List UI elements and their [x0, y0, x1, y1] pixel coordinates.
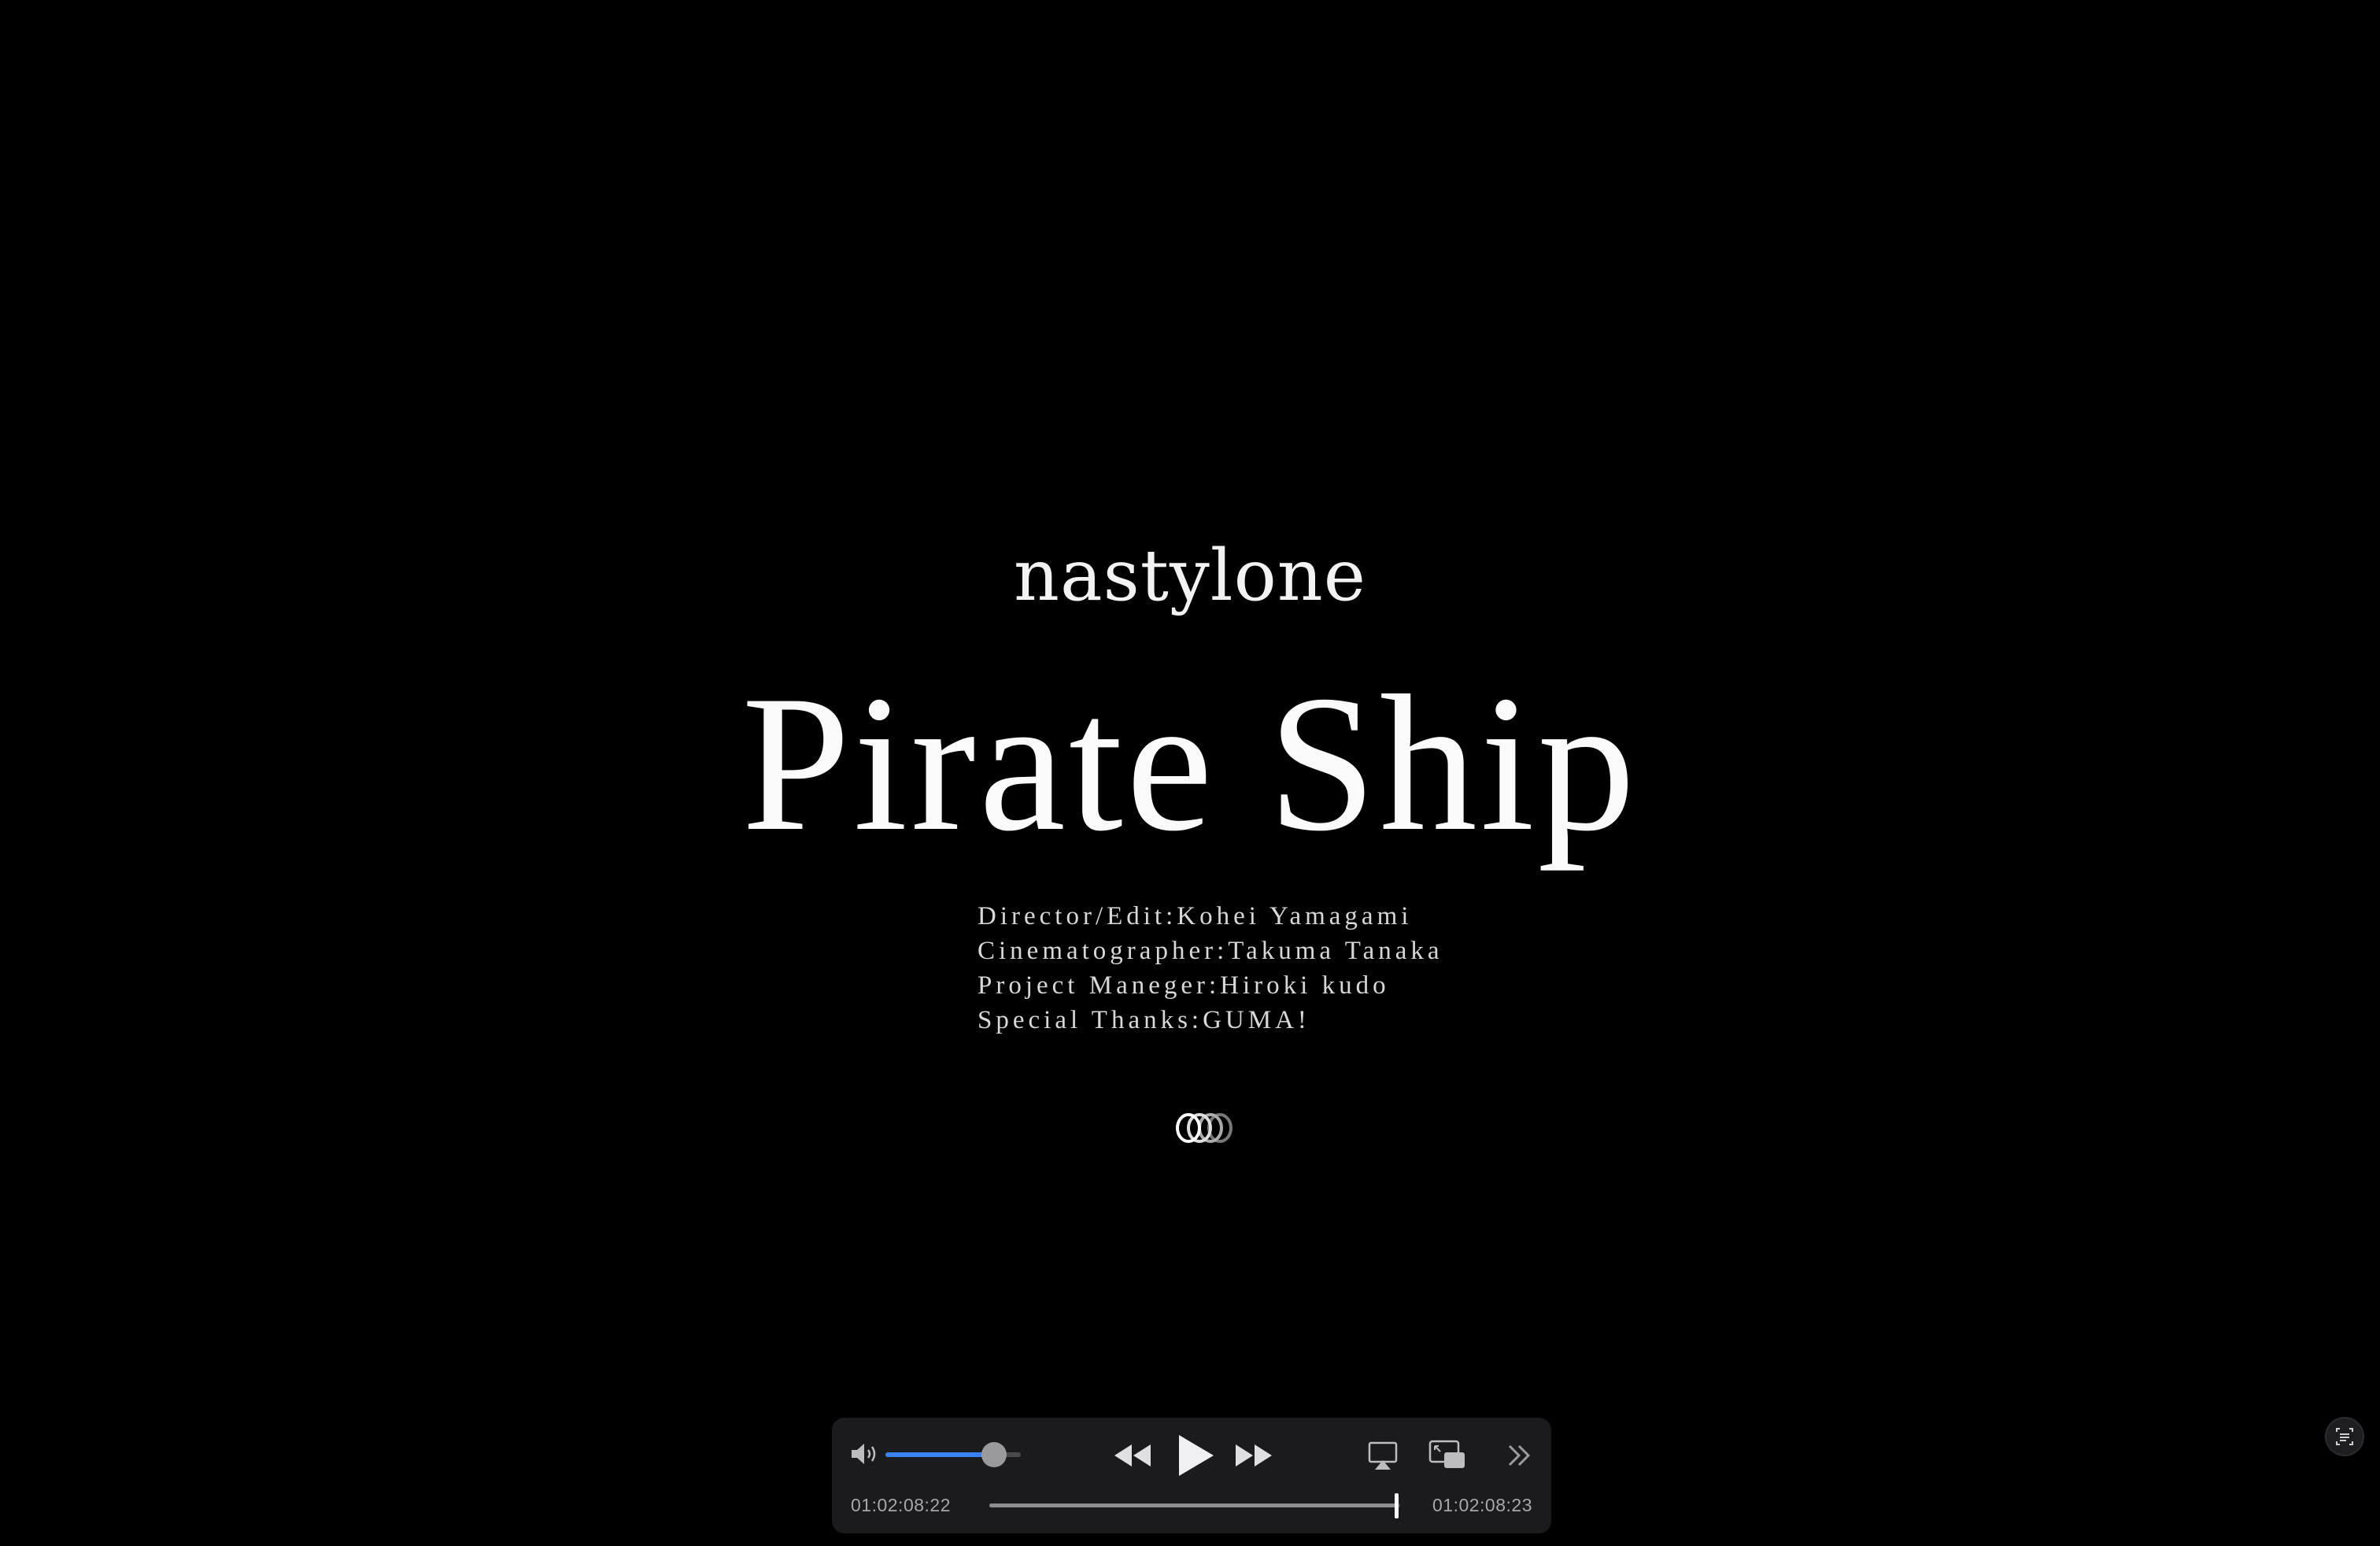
scrubber-fill [989, 1503, 1396, 1507]
play-icon[interactable] [1173, 1432, 1217, 1479]
credit-director: Director/Edit:Kohei Yamagami [978, 902, 1413, 930]
rings-logo-icon [1176, 1113, 1232, 1143]
credit-special-thanks: Special Thanks:GUMA! [978, 1006, 1310, 1034]
fast-forward-icon[interactable] [1232, 1441, 1275, 1470]
live-text-button[interactable] [2325, 1417, 2364, 1456]
speaker-volume-icon[interactable] [849, 1441, 881, 1466]
credit-project-manager: Project Maneger:Hiroki kudo [978, 971, 1390, 1000]
credit-cinematographer: Cinematographer:Takuma Tanaka [978, 937, 1443, 965]
remaining-time: 01:02:08:23 [1432, 1495, 1532, 1515]
artist-name: nastylone [1013, 534, 1366, 617]
picture-in-picture-icon[interactable] [1428, 1438, 1466, 1470]
volume-slider[interactable] [885, 1442, 1021, 1467]
player-controls-bar: 01:02:08:22 01:02:08:23 [832, 1418, 1551, 1533]
volume-fill [885, 1452, 994, 1457]
live-text-icon [2336, 1428, 2353, 1445]
airplay-icon[interactable] [1367, 1440, 1399, 1471]
volume-knob[interactable] [981, 1442, 1007, 1467]
credits-block: Director/Edit:Kohei Yamagami Cinematogra… [978, 899, 1443, 1037]
more-chevron-icon[interactable] [1505, 1441, 1533, 1470]
rewind-icon[interactable] [1111, 1441, 1154, 1470]
playback-scrubber[interactable] [989, 1493, 1400, 1518]
current-time: 01:02:08:22 [851, 1495, 952, 1515]
video-frame[interactable]: nastylone Pirate Ship Director/Edit:Kohe… [0, 0, 2380, 1546]
playhead[interactable] [1394, 1493, 1399, 1518]
video-title: Pirate Ship [741, 655, 1639, 871]
